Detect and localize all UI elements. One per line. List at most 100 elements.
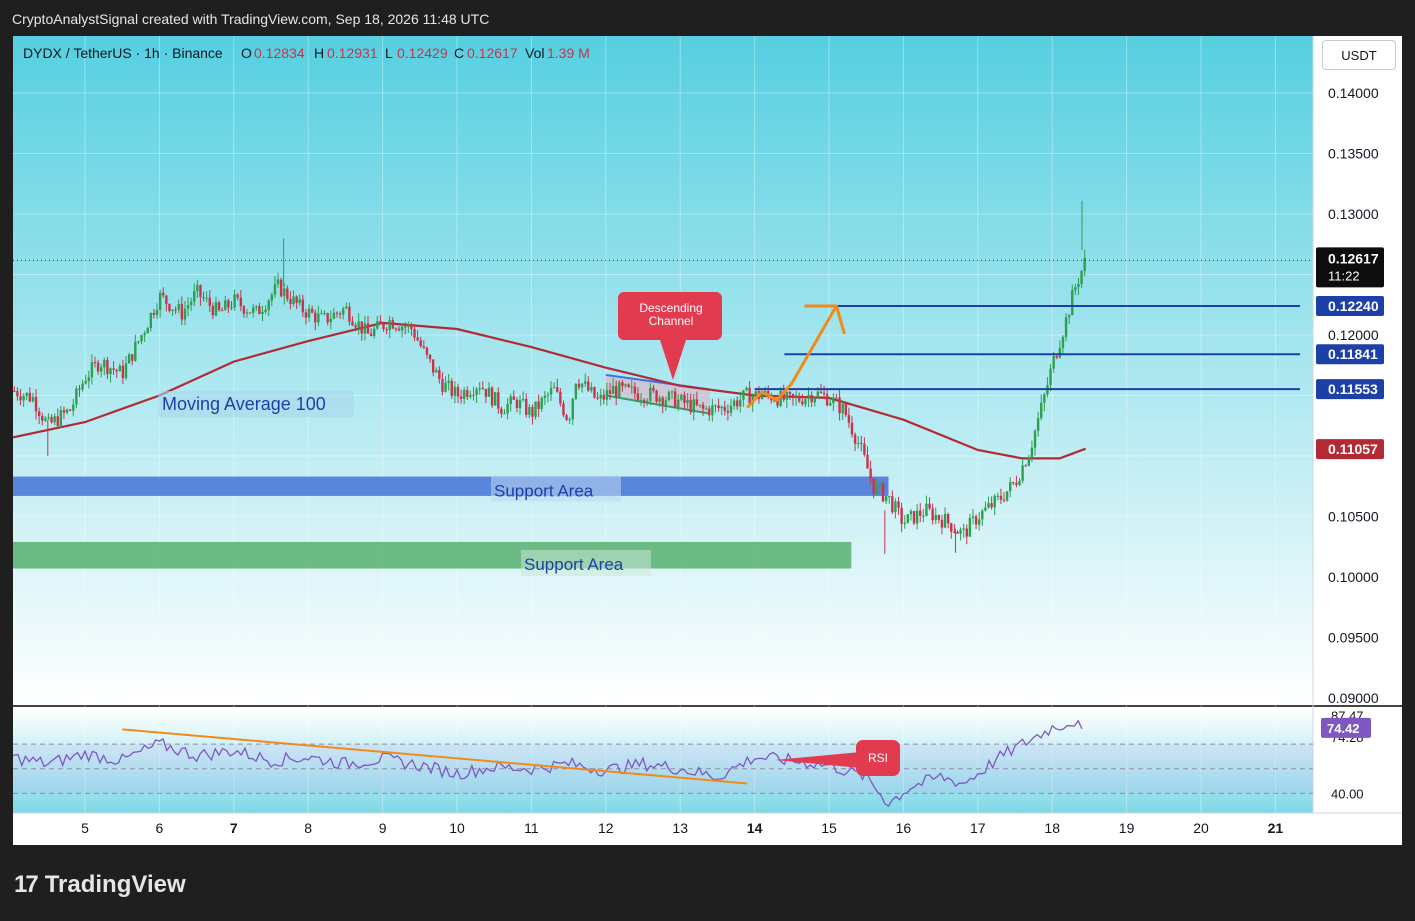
candle-body xyxy=(1033,430,1037,448)
candle[interactable] xyxy=(655,389,658,404)
candle-body xyxy=(813,397,816,403)
ma-price-value: 0.11057 xyxy=(1328,441,1378,457)
legend-symbol: DYDX / TetherUS · 1h · Binance xyxy=(23,45,223,61)
candle-body xyxy=(267,300,270,310)
candle-body xyxy=(183,308,187,320)
candle-body xyxy=(1030,447,1034,458)
candle-body xyxy=(1027,457,1031,466)
main-pane-background xyxy=(13,36,1313,704)
candle-body xyxy=(1012,482,1015,484)
candle-body xyxy=(1040,402,1043,419)
bar-countdown: 11:22 xyxy=(1328,268,1360,283)
support-area-upper[interactable] xyxy=(13,476,889,496)
candle-body xyxy=(332,312,336,319)
candle[interactable] xyxy=(574,383,578,401)
candle-body xyxy=(279,279,283,297)
support-area-lower[interactable] xyxy=(13,541,852,569)
legend-low-value: 0.12429 xyxy=(397,45,448,61)
candle[interactable] xyxy=(494,392,497,406)
price-chart[interactable]: Support Area Support Area Moving Average … xyxy=(13,36,1402,845)
currency-selector-button[interactable]: USDT xyxy=(1322,40,1396,70)
candle[interactable] xyxy=(279,277,283,298)
level-price-tag[interactable]: 0.11553 xyxy=(1316,379,1384,400)
candle-body xyxy=(940,519,944,528)
candle[interactable] xyxy=(593,386,596,399)
candle-body xyxy=(568,419,571,421)
candle-body xyxy=(348,306,351,322)
candle-body xyxy=(68,409,72,411)
candle-body xyxy=(847,415,851,423)
candle[interactable] xyxy=(1005,491,1009,502)
candle[interactable] xyxy=(844,401,847,417)
candle[interactable] xyxy=(912,510,916,525)
candle-body xyxy=(109,368,112,375)
candle-body xyxy=(825,394,829,406)
candle-body xyxy=(615,386,618,397)
candle-body xyxy=(791,394,795,399)
candle[interactable] xyxy=(490,386,494,408)
candle-body xyxy=(689,399,692,413)
candle-body xyxy=(624,384,627,387)
candle-body xyxy=(354,325,357,328)
candle-body xyxy=(441,378,444,392)
candle-body xyxy=(50,417,53,423)
candle-body xyxy=(416,337,419,341)
header-bar: CryptoAnalystSignal created with Trading… xyxy=(0,0,1415,36)
candle[interactable] xyxy=(127,352,131,364)
ma-price-tag[interactable]: 0.11057 xyxy=(1316,439,1384,460)
candle-body xyxy=(503,413,506,415)
candle-body xyxy=(245,312,249,314)
candle-body xyxy=(96,362,100,372)
chart-frame[interactable]: Support Area Support Area Moving Average … xyxy=(13,36,1402,845)
rsi-current-tag[interactable]: 74.42 xyxy=(1321,717,1371,738)
candle-body xyxy=(152,312,156,315)
candle-body xyxy=(959,529,962,534)
candle-body xyxy=(1018,480,1021,485)
candle-body xyxy=(494,392,497,406)
candle-body xyxy=(593,387,596,398)
candle-body xyxy=(475,389,478,395)
candle-body xyxy=(202,297,205,299)
candle[interactable] xyxy=(618,380,621,398)
candle-body xyxy=(31,396,35,402)
candle-body xyxy=(717,405,720,409)
rsi-axis-tick: 40.00 xyxy=(1331,786,1364,801)
candle-body xyxy=(698,404,702,406)
candle-body xyxy=(919,510,922,516)
level-price-tag[interactable]: 0.12240 xyxy=(1316,295,1384,316)
candle-body xyxy=(255,306,258,308)
candle-body xyxy=(816,391,820,398)
candle-body xyxy=(481,388,484,390)
candle-body xyxy=(711,405,714,416)
candle-body xyxy=(143,333,146,336)
candle-body xyxy=(189,301,193,306)
candle-body xyxy=(652,387,655,391)
candle[interactable] xyxy=(906,513,910,524)
candle[interactable] xyxy=(881,481,885,503)
tradingview-logo[interactable]: 17 TradingView xyxy=(14,868,186,902)
legend-vol-value: 1.39 M xyxy=(547,45,590,61)
time-axis-tick: 5 xyxy=(81,820,89,836)
candle-body xyxy=(552,387,556,389)
candle-body xyxy=(326,313,329,323)
candle-body xyxy=(835,397,838,399)
candle-body xyxy=(1061,336,1065,348)
candle-body xyxy=(298,299,301,303)
current-price-tag[interactable]: 0.12617 11:22 xyxy=(1316,247,1384,288)
candle-body xyxy=(543,395,547,399)
candle-body xyxy=(1064,317,1068,337)
candle-body xyxy=(583,381,587,384)
time-axis-tick: 14 xyxy=(747,820,763,836)
candle-body xyxy=(431,359,435,373)
candle-body xyxy=(540,398,543,409)
price-axis-tick: 0.13000 xyxy=(1328,206,1379,222)
rsi-callout-label: RSI xyxy=(868,751,888,765)
candle-body xyxy=(1055,356,1058,358)
candle[interactable] xyxy=(534,401,537,420)
candle-body xyxy=(965,528,968,537)
level-price-tag[interactable]: 0.11841 xyxy=(1316,344,1384,365)
candle-body xyxy=(400,326,404,331)
candle-body xyxy=(25,392,28,396)
candle-body xyxy=(62,410,66,413)
candle-body xyxy=(549,388,553,395)
